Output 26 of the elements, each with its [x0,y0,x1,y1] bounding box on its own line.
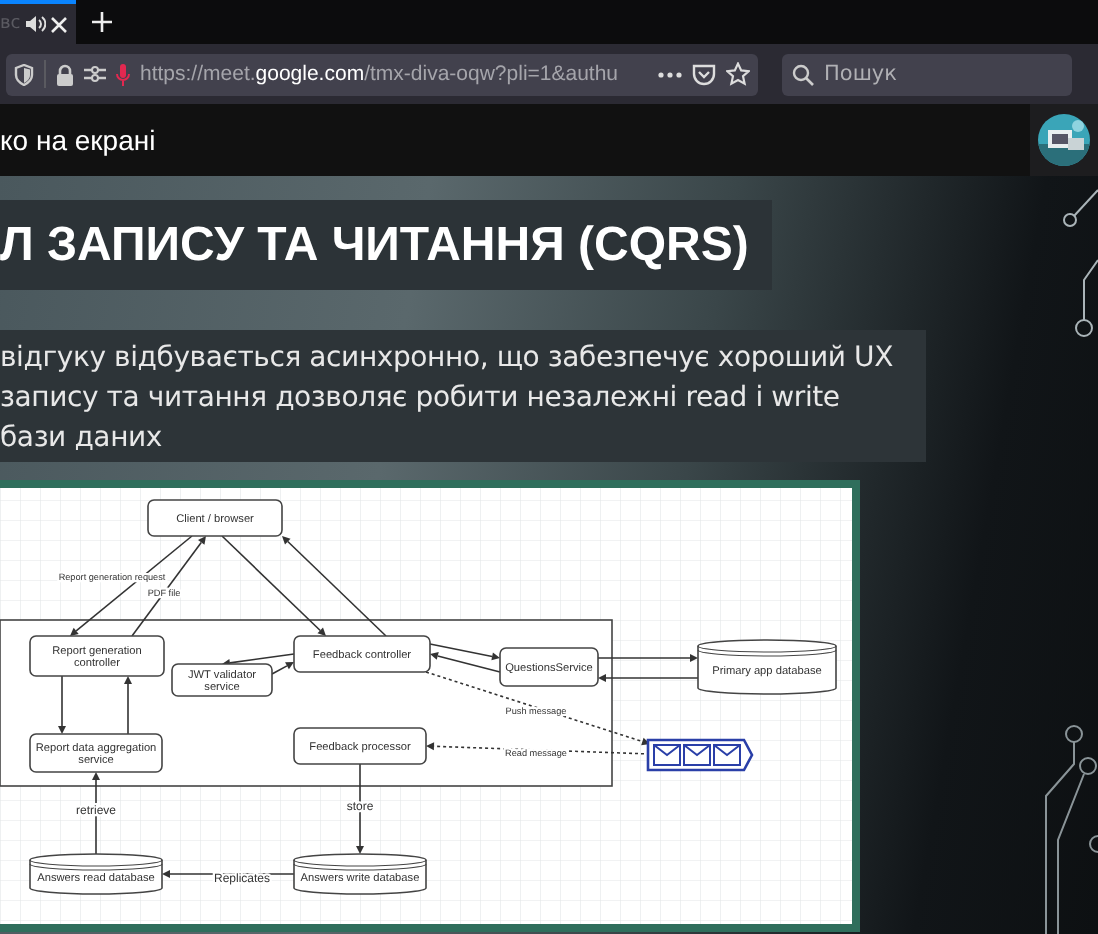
shield-icon[interactable] [14,63,34,85]
search-field[interactable]: Пошук [782,53,1072,95]
arrow [598,674,699,682]
arrow [429,643,500,661]
arrow [58,675,66,734]
message-queue-icon [646,738,754,772]
address-bar[interactable]: https://meet.google.com/tmx-diva-oqw?pli=1&authu [6,53,758,95]
url-text[interactable]: https://meet.google.com/tmx-diva-oqw?pli=1&authu [140,62,648,86]
arrow [221,535,326,636]
presentation-label: ко на екрані [0,124,156,156]
slide-title: Л ЗАПИСУ ТА ЧИТАННЯ (CQRS) [0,200,773,290]
sliders-icon[interactable] [84,64,106,84]
new-tab-icon[interactable] [92,12,112,32]
speaker-icon[interactable] [24,14,47,34]
search-icon [792,63,814,85]
close-icon[interactable] [50,15,69,33]
arrow [597,654,698,662]
arrow [282,536,387,637]
pocket-icon[interactable] [692,63,716,85]
slide-text: відгуку відбувається асинхронно, що забезпечує хороший UX запису та читання дозволяє робити незалежні read і write бази даних [0,330,926,462]
arrow [430,652,501,673]
search-input[interactable]: Пошук [824,58,1060,90]
arrow [124,676,132,735]
more-icon[interactable] [658,71,682,77]
star-icon[interactable] [726,62,750,86]
lock-icon[interactable] [56,63,74,85]
